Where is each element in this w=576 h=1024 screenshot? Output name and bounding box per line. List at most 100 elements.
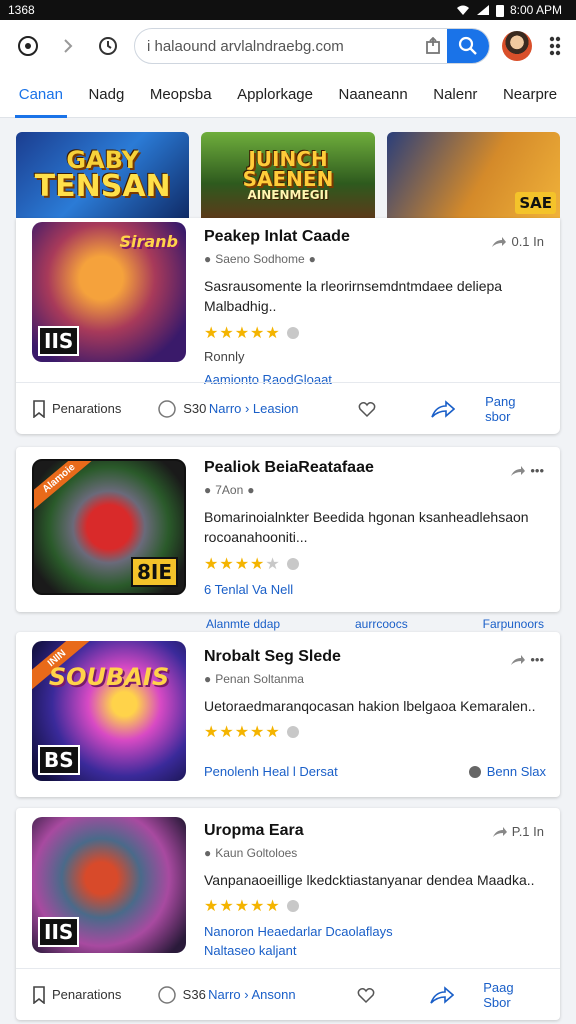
app-meta: ● Penan Soltanma: [204, 672, 546, 686]
tab-applorkage[interactable]: Applorkage: [233, 72, 317, 118]
comment-icon: [158, 399, 176, 418]
app-description: Uetoraedmaranqocasan hakion lbelgaoa Kem…: [204, 698, 536, 714]
app-link[interactable]: 6 Tenlal Va Nell: [204, 582, 546, 597]
banner-2-line-1: JUINCH: [248, 147, 328, 171]
featured-banners: GABY TENSAN JUINCH SAENEN AINENMEGII SAE: [16, 132, 560, 218]
section-link-left[interactable]: Alanmte ddap: [206, 617, 280, 631]
browser-toolbar: i halaound arvlalndraebg.com: [0, 20, 576, 72]
app-description: Vanpanaoeillige lkedcktiastanyanar dende…: [204, 872, 535, 888]
pang-sbor-link[interactable]: Pang sbor: [485, 394, 544, 424]
url-text[interactable]: i halaound arvlalndraebg.com: [147, 38, 419, 55]
like-button[interactable]: [357, 986, 430, 1004]
heart-icon: [357, 987, 374, 1003]
app-card-1[interactable]: Siranb IIS 0.1 In Peakep Inlat Caade ● S…: [16, 218, 560, 434]
thumb-2-tag: 8IE: [130, 557, 178, 587]
address-bar[interactable]: i halaound arvlalndraebg.com: [134, 28, 490, 64]
app-card-3[interactable]: ININ SOUBAIS BS ••• Nrobalt Seg Slede ● …: [16, 632, 560, 797]
search-icon: [458, 36, 477, 55]
app-thumbnail-1[interactable]: Siranb IIS: [32, 222, 186, 362]
app-meta: ● Kaun Goltoloes: [204, 846, 546, 860]
app-title[interactable]: Pealiok BeiaReatafaae: [204, 459, 546, 477]
banner-1[interactable]: GABY TENSAN: [16, 132, 190, 218]
app-note: Ronnly: [204, 348, 245, 364]
site-info-icon[interactable]: [14, 32, 42, 60]
penarations-button[interactable]: Penarations: [32, 399, 157, 418]
app-description: Bomarinoialnkter Beedida hgonan ksanhead…: [204, 509, 529, 546]
signal-icon: [476, 5, 489, 15]
narro-link[interactable]: Narro › Ansonn: [208, 987, 356, 1002]
tab-nearpre[interactable]: Nearpre: [499, 72, 561, 118]
avatar[interactable]: [502, 31, 532, 61]
narro-label: Narro › Leasion: [208, 401, 299, 416]
app-thumbnail-4[interactable]: IIS: [32, 817, 186, 953]
wifi-icon: [456, 5, 469, 15]
app-meta-text: Kaun Goltoloes: [215, 846, 298, 860]
share-button[interactable]: [431, 399, 485, 418]
rating-dot-icon: [286, 900, 299, 913]
share-arrow-icon: [430, 985, 454, 1004]
penarations-button[interactable]: Penarations: [32, 985, 157, 1004]
paag-sbor-link[interactable]: Paag Sbor: [483, 980, 544, 1010]
thumb-2-ribbon: Alamoie: [34, 461, 99, 514]
narro-link[interactable]: Narro › Leasion: [209, 401, 358, 416]
banner-1-line-2: TENSAN: [34, 169, 171, 204]
share-arrow-icon: [431, 399, 456, 418]
section-link-mid[interactable]: aurrcoocs: [355, 617, 408, 631]
tab-canan[interactable]: Canan: [14, 72, 68, 118]
app-thumbnail-2[interactable]: Alamoie 8IE: [32, 459, 186, 595]
app-meta: ● 7Aon ●: [204, 483, 546, 497]
app-link-2[interactable]: Naltaseo kaljant: [204, 943, 546, 958]
paag-sbor-label: Paag Sbor: [483, 979, 514, 1010]
section-link-right[interactable]: Farpunoors: [483, 617, 544, 631]
card-4-info: Uropma Eara ● Kaun Goltoloes Vanpanaoeil…: [204, 822, 546, 958]
tab-nadg[interactable]: Nadg: [84, 72, 128, 118]
tab-nalenr[interactable]: Nalenr: [429, 72, 481, 118]
app-meta-text: Saeno Sodhome: [215, 252, 305, 266]
status-time: 8:00 APM: [509, 3, 562, 17]
app-title[interactable]: Nrobalt Seg Slede: [204, 648, 546, 666]
like-button[interactable]: [358, 400, 432, 418]
banner-2[interactable]: JUINCH SAENEN AINENMEGII: [201, 132, 375, 218]
more-menu-icon[interactable]: [544, 36, 566, 56]
rating-stars: ★★★★★: [204, 554, 546, 574]
app-link[interactable]: Nanoron Heaedarlar Dcaolaflays: [204, 924, 546, 939]
status-icons: 8:00 APM: [456, 3, 562, 17]
forward-icon[interactable]: [54, 32, 82, 60]
app-description: Sasrausomente la rleorirnsemdntmdaee del…: [204, 278, 503, 315]
banner-3[interactable]: SAE: [386, 132, 560, 218]
benn-slax-button[interactable]: Benn Slax: [468, 764, 546, 779]
history-icon[interactable]: [94, 32, 122, 60]
bookmark-icon: [33, 985, 45, 1004]
comments-button[interactable]: S36: [157, 985, 208, 1005]
card-1-info: Peakep Inlat Caade ● Saeno Sodhome ● Sas…: [204, 228, 546, 387]
thumb-3-tag: BS: [38, 745, 80, 775]
banner-2-line-2: SAENEN: [242, 167, 334, 191]
record-icon: [468, 765, 481, 778]
app-card-4[interactable]: IIS P.1 In Uropma Eara ● Kaun Goltoloes …: [16, 808, 560, 1020]
share-icon[interactable]: [419, 37, 447, 55]
tab-naaneann[interactable]: Naaneann: [334, 72, 411, 118]
app-card-2[interactable]: Alamoie 8IE ••• Pealiok BeiaReatafaae ● …: [16, 447, 560, 612]
info-icon: ●: [204, 846, 212, 860]
app-link[interactable]: Penolenh Heal l Dersat: [204, 764, 338, 779]
stars-filled: ★★★★★: [204, 898, 281, 916]
comments-button[interactable]: S30: [157, 399, 209, 419]
status-left-text: 1368: [8, 3, 35, 17]
rating-stars: ★★★★★: [204, 323, 546, 343]
app-title[interactable]: Uropma Eara: [204, 822, 546, 840]
card-3-footer: Penolenh Heal l Dersat Benn Slax: [204, 764, 546, 779]
search-button[interactable]: [447, 29, 489, 63]
thumb-3-title: SOUBAIS: [48, 663, 170, 691]
info-icon: ●: [308, 252, 316, 266]
share-button[interactable]: [430, 985, 483, 1004]
card-3-info: Nrobalt Seg Slede ● Penan Soltanma Uetor…: [204, 648, 546, 742]
thumb-1-title: Siranb: [119, 232, 178, 251]
stars-filled: ★★★★★: [204, 724, 281, 742]
benn-slax-label: Benn Slax: [486, 764, 546, 779]
app-thumbnail-3[interactable]: ININ SOUBAIS BS: [32, 641, 186, 781]
narro-label: Narro › Ansonn: [208, 987, 296, 1002]
app-title[interactable]: Peakep Inlat Caade: [204, 228, 546, 246]
tab-meopsba[interactable]: Meopsba: [146, 72, 216, 118]
rating-stars: ★★★★★: [204, 896, 546, 916]
rating-stars: ★★★★★: [204, 722, 546, 742]
